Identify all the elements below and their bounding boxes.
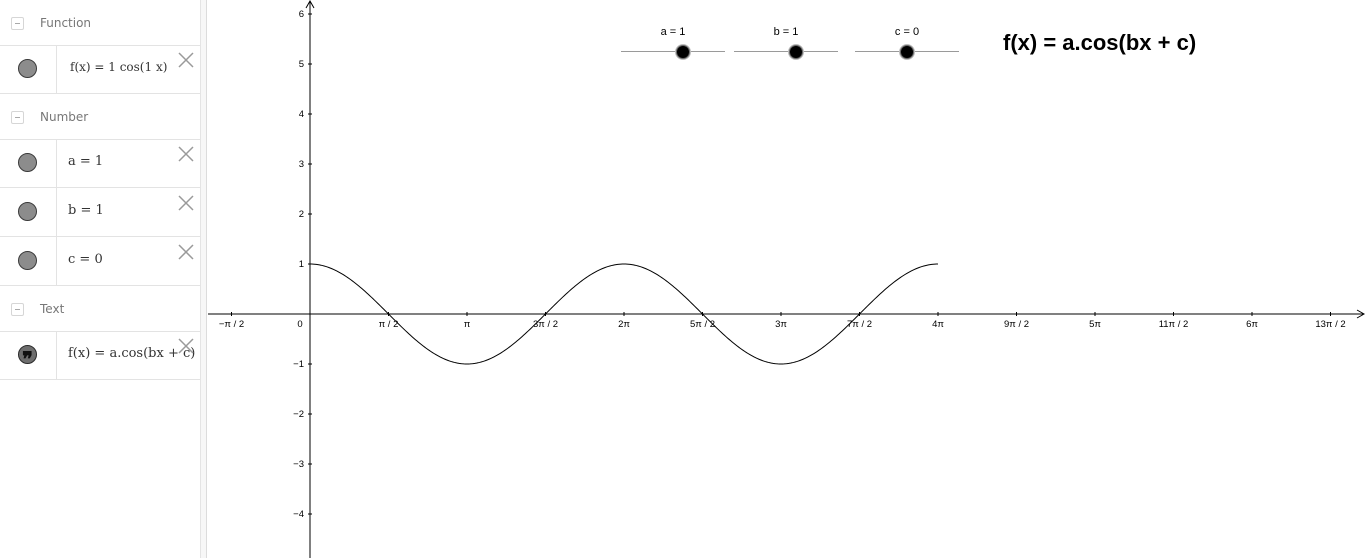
algebra-view: Function f(x) = 1 cos(1 x) Number a = 1 … [0,0,200,558]
algebra-item-number-c[interactable]: c = 0 [0,237,200,286]
visibility-marble-icon[interactable] [18,202,37,221]
slider-knob[interactable] [900,45,914,59]
slider-c[interactable]: c = 0 [855,26,959,62]
x-tick-label: 5π / 2 [690,319,715,330]
x-tick-label: 9π / 2 [1004,319,1029,330]
algebra-item-text-object[interactable]: ❞ f(x) = a.cos(bx + c) [0,331,200,380]
x-tick-label: 4π [932,319,944,330]
x-tick-label: 2π [618,319,630,330]
slider-a[interactable]: a = 1 [621,26,725,62]
axes [208,0,1366,558]
close-icon[interactable] [177,243,195,261]
y-tick-label: 1 [299,259,304,270]
y-tick-label: −2 [293,409,304,420]
x-tick-label: 7π / 2 [847,319,872,330]
group-header-function[interactable]: Function [0,0,200,46]
view-splitter[interactable] [200,0,207,558]
algebra-item-function-f[interactable]: f(x) = 1 cos(1 x) [0,45,200,94]
slider-b[interactable]: b = 1 [734,26,838,62]
x-tick-label: 13π / 2 [1315,319,1345,330]
group-header-number[interactable]: Number [0,94,200,140]
algebra-item-text[interactable]: c = 0 [68,252,103,267]
collapse-icon[interactable] [11,17,24,30]
group-header-text[interactable]: Text [0,286,200,332]
x-tick-label: π [464,319,471,330]
visibility-marble-icon[interactable] [18,153,37,172]
x-tick-label: 3π / 2 [533,319,558,330]
quote-marble-icon[interactable]: ❞ [18,345,37,371]
algebra-item-text[interactable]: f(x) = 1 cos(1 x) [70,60,167,74]
visibility-marble-icon[interactable] [18,251,37,270]
y-tick-label: −4 [293,509,304,520]
visibility-marble-icon[interactable] [18,59,37,78]
group-label-text: Text [40,302,65,316]
collapse-icon[interactable] [11,303,24,316]
algebra-item-text[interactable]: a = 1 [68,154,103,169]
axis-ticks: −π / 20π / 2 π 3π / 2 2π 5π / 2 3π 7π / 2 4π 9π … [219,9,1346,520]
slider-label-c: c = 0 [894,26,920,38]
close-icon[interactable] [177,51,195,69]
graph-canvas[interactable]: −π / 20π / 2 π 3π / 2 2π 5π / 2 3π 7π / 2 4π 9π … [208,0,1366,558]
slider-label-b: b = 1 [773,26,799,38]
y-tick-label: 2 [299,209,304,220]
graphics-view[interactable]: −π / 20π / 2 π 3π / 2 2π 5π / 2 3π 7π / 2 4π 9π … [208,0,1366,558]
x-tick-label: 5π [1089,319,1101,330]
y-tick-label: −1 [293,359,304,370]
y-tick-label: 4 [299,109,304,120]
close-icon[interactable] [177,145,195,163]
slider-knob[interactable] [676,45,691,59]
collapse-icon[interactable] [11,111,24,124]
y-tick-label: 3 [299,159,304,170]
close-icon[interactable] [177,194,195,212]
x-tick-label: −π / 2 [219,319,244,330]
close-icon[interactable] [177,337,195,355]
algebra-item-text[interactable]: b = 1 [68,203,104,218]
x-tick-label: 3π [775,319,787,330]
slider-label-a: a = 1 [660,26,686,38]
algebra-item-number-b[interactable]: b = 1 [0,188,200,237]
group-label-function: Function [40,16,92,30]
group-label-number: Number [40,110,89,124]
slider-track[interactable] [621,51,725,52]
x-tick-label: 11π / 2 [1159,319,1189,330]
algebra-item-number-a[interactable]: a = 1 [0,139,200,188]
y-tick-label: −3 [293,459,304,470]
slider-track[interactable] [734,51,838,52]
formula-text[interactable]: f(x) = a.cos(bx + c) [1003,30,1196,56]
slider-knob[interactable] [789,45,804,59]
y-tick-label: 5 [299,59,304,70]
x-tick-label: 0 [297,319,302,330]
x-tick-label: 6π [1246,319,1258,330]
y-tick-label: 6 [299,9,304,20]
